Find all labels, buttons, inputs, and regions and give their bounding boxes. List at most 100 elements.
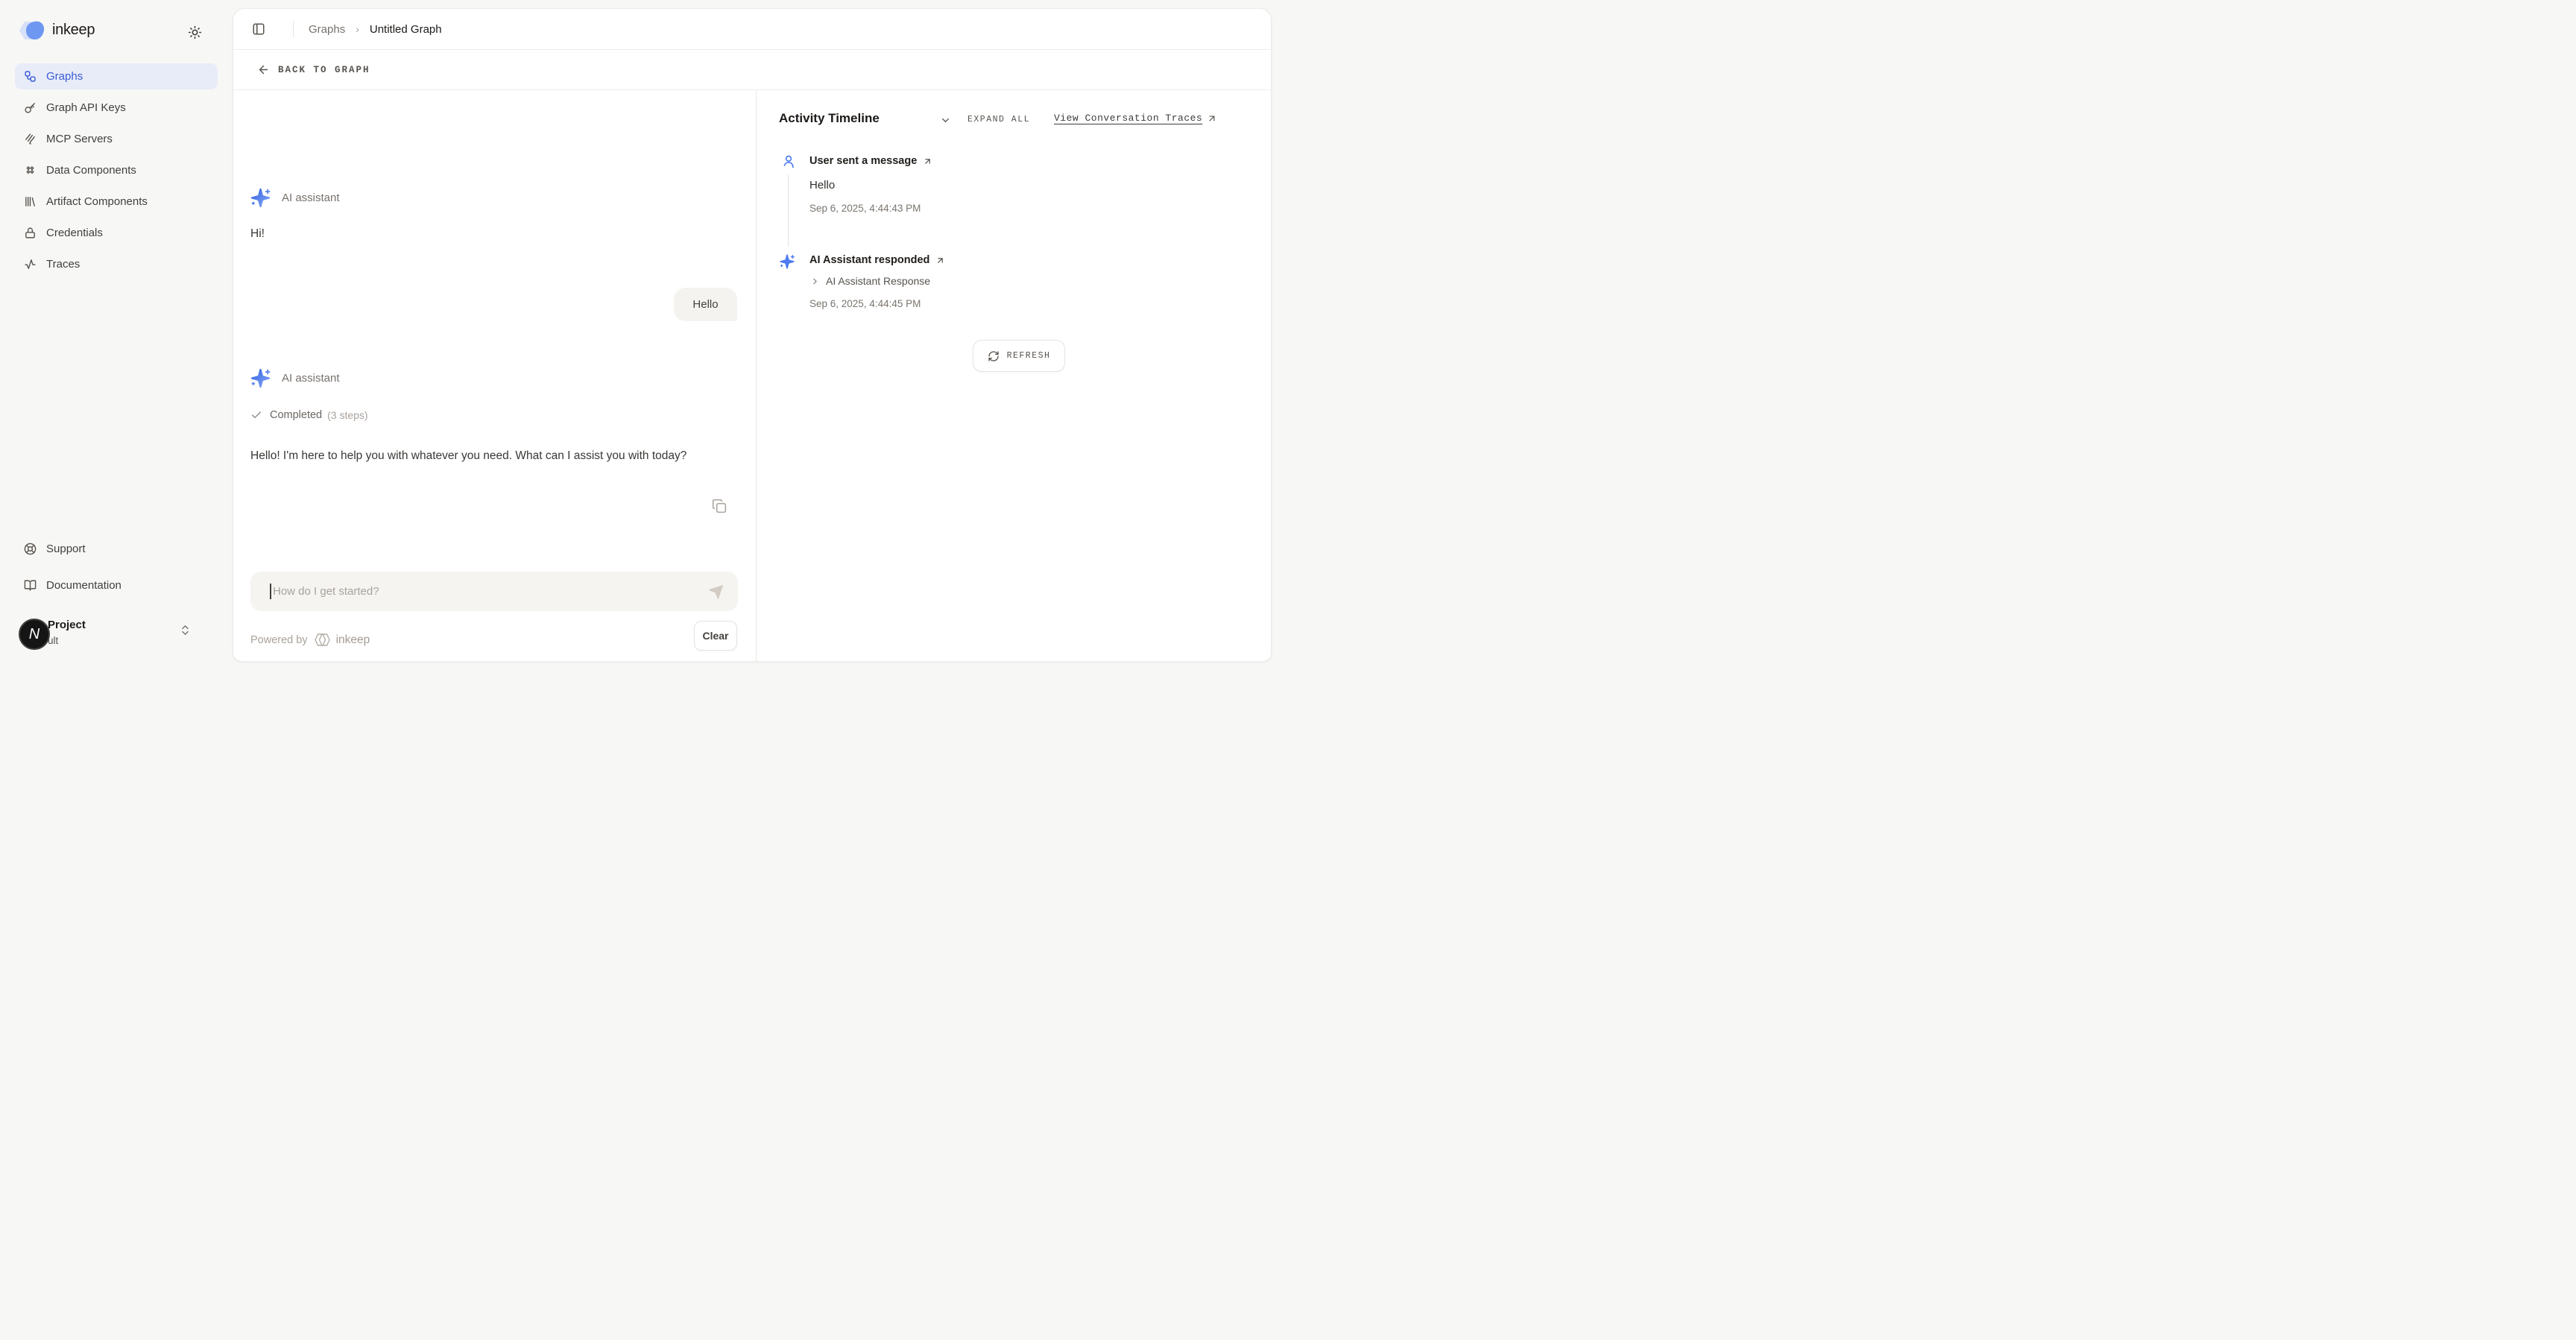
sidebar-toggle-button[interactable] <box>248 19 269 39</box>
status-row[interactable]: Completed (3 steps) <box>250 409 368 421</box>
lock-icon <box>24 227 37 239</box>
sidebar-item-label: Documentation <box>46 579 121 592</box>
activity-icon <box>24 258 37 271</box>
sidebar-item-label: Data Components <box>46 164 136 177</box>
clear-button[interactable]: Clear <box>694 621 737 651</box>
arrow-up-right-icon <box>1207 113 1217 124</box>
view-conversation-traces-link[interactable]: View Conversation Traces <box>1054 113 1217 124</box>
status-label: Completed <box>270 409 322 421</box>
sidebar-item-label: Support <box>46 543 86 555</box>
breadcrumb-bar: Graphs › Untitled Graph <box>233 9 1271 50</box>
send-button[interactable] <box>707 582 727 601</box>
timeline-event-expand-row[interactable]: AI Assistant Response <box>810 275 930 287</box>
assistant-message-2: Hello! I'm here to help you with whateve… <box>250 446 739 466</box>
sidebar-item-documentation[interactable]: Documentation <box>15 572 218 598</box>
lifebuoy-icon <box>24 543 37 555</box>
panel-left-icon <box>252 22 265 36</box>
view-traces-label: View Conversation Traces <box>1054 113 1202 124</box>
key-icon <box>24 101 37 114</box>
theme-toggle-button[interactable] <box>188 21 210 43</box>
user-message-bubble: Hello <box>674 288 737 321</box>
copy-icon <box>712 499 731 513</box>
powered-by-label: Powered by <box>250 634 308 646</box>
sidebar-item-credentials[interactable]: Credentials <box>15 220 218 246</box>
workflow-icon <box>24 70 37 83</box>
refresh-label: REFRESH <box>1007 351 1051 361</box>
back-bar: BACK TO GRAPH <box>233 50 1271 90</box>
check-icon <box>250 409 262 421</box>
sidebar-item-support[interactable]: Support <box>15 536 218 562</box>
timeline-event-title[interactable]: User sent a message <box>809 155 932 167</box>
breadcrumb-current: Untitled Graph <box>370 23 442 36</box>
diamonds-icon <box>24 164 37 177</box>
breadcrumb-parent[interactable]: Graphs <box>309 23 345 36</box>
sidebar-footer-nav: Support Documentation <box>15 536 218 609</box>
user-message-text: Hello <box>692 298 718 311</box>
back-to-graph-label: BACK TO GRAPH <box>278 65 370 75</box>
sidebar-item-label: Credentials <box>46 227 103 239</box>
scribble-icon <box>24 133 37 145</box>
activity-timeline-panel: Activity Timeline EXPAND ALL View Conver… <box>756 90 1272 662</box>
sidebar-item-graphs[interactable]: Graphs <box>15 63 218 89</box>
assistant-header-2: AI assistant <box>250 367 340 389</box>
sidebar-item-label: Traces <box>46 258 80 271</box>
arrow-left-icon <box>257 63 270 76</box>
inkeep-logo <box>19 19 48 42</box>
assistant-label: AI assistant <box>282 372 340 385</box>
powered-by[interactable]: Powered by inkeep <box>250 633 370 647</box>
refresh-icon <box>988 350 1000 362</box>
chat-panel: AI assistant Hi! Hello AI assistant Comp… <box>233 90 756 662</box>
chevron-right-icon <box>810 276 820 286</box>
sidebar-item-label: Graph API Keys <box>46 101 126 114</box>
powered-by-brand: inkeep <box>336 633 370 647</box>
sparkles-icon <box>250 367 271 389</box>
arrow-up-right-icon <box>923 157 932 166</box>
project-name: Project <box>48 619 86 631</box>
app-window: inkeep Graphs Graph API Keys <box>0 0 1288 670</box>
timeline-event-body: Hello <box>809 179 835 192</box>
library-icon <box>24 195 37 208</box>
sidebar-item-label: MCP Servers <box>46 133 113 145</box>
timeline-collapse-button[interactable] <box>940 112 956 128</box>
sidebar-item-traces[interactable]: Traces <box>15 251 218 277</box>
timeline-event-time: Sep 6, 2025, 4:44:43 PM <box>809 203 921 214</box>
chat-input-container <box>250 572 738 611</box>
back-to-graph-button[interactable]: BACK TO GRAPH <box>257 63 370 76</box>
chevron-down-icon <box>940 115 956 126</box>
timeline-event-title[interactable]: AI Assistant responded <box>809 254 945 266</box>
clear-label: Clear <box>702 630 728 642</box>
assistant-message-1: Hi! <box>250 224 265 244</box>
sidebar-item-artifact-components[interactable]: Artifact Components <box>15 189 218 215</box>
book-open-icon <box>24 579 37 592</box>
sidebar-nav: Graphs Graph API Keys MCP Servers Data C… <box>15 63 218 282</box>
timeline-title: Activity Timeline <box>779 111 880 126</box>
sidebar-item-label: Artifact Components <box>46 195 148 208</box>
timeline-event-time: Sep 6, 2025, 4:44:45 PM <box>809 298 921 309</box>
chat-input[interactable] <box>271 572 689 611</box>
sidebar: inkeep Graphs Graph API Keys <box>0 0 233 670</box>
avatar-letter: N <box>29 626 40 643</box>
send-icon <box>707 584 727 601</box>
inkeep-glyph-icon <box>315 633 332 647</box>
sidebar-item-data-components[interactable]: Data Components <box>15 157 218 183</box>
sparkles-icon <box>779 253 795 270</box>
assistant-header-1: AI assistant <box>250 187 340 209</box>
copy-button[interactable] <box>712 496 731 516</box>
logo-wordmark: inkeep <box>52 22 95 39</box>
timeline-connector <box>788 174 789 247</box>
main-panel: Graphs › Untitled Graph BACK TO GRAPH AI… <box>233 8 1272 662</box>
sun-icon <box>188 25 210 39</box>
breadcrumb-separator: › <box>356 23 359 35</box>
sparkles-icon <box>250 187 271 209</box>
user-icon <box>781 154 796 169</box>
arrow-up-right-icon <box>935 256 945 265</box>
sidebar-item-mcp-servers[interactable]: MCP Servers <box>15 126 218 152</box>
sidebar-item-graph-api-keys[interactable]: Graph API Keys <box>15 95 218 121</box>
chevrons-up-down-icon <box>179 624 192 636</box>
expand-all-button[interactable]: EXPAND ALL <box>967 115 1030 124</box>
divider <box>293 21 294 37</box>
sidebar-item-label: Graphs <box>46 70 83 83</box>
status-steps: (3 steps) <box>327 409 367 421</box>
refresh-button[interactable]: REFRESH <box>973 340 1065 372</box>
avatar[interactable]: N <box>19 619 50 650</box>
